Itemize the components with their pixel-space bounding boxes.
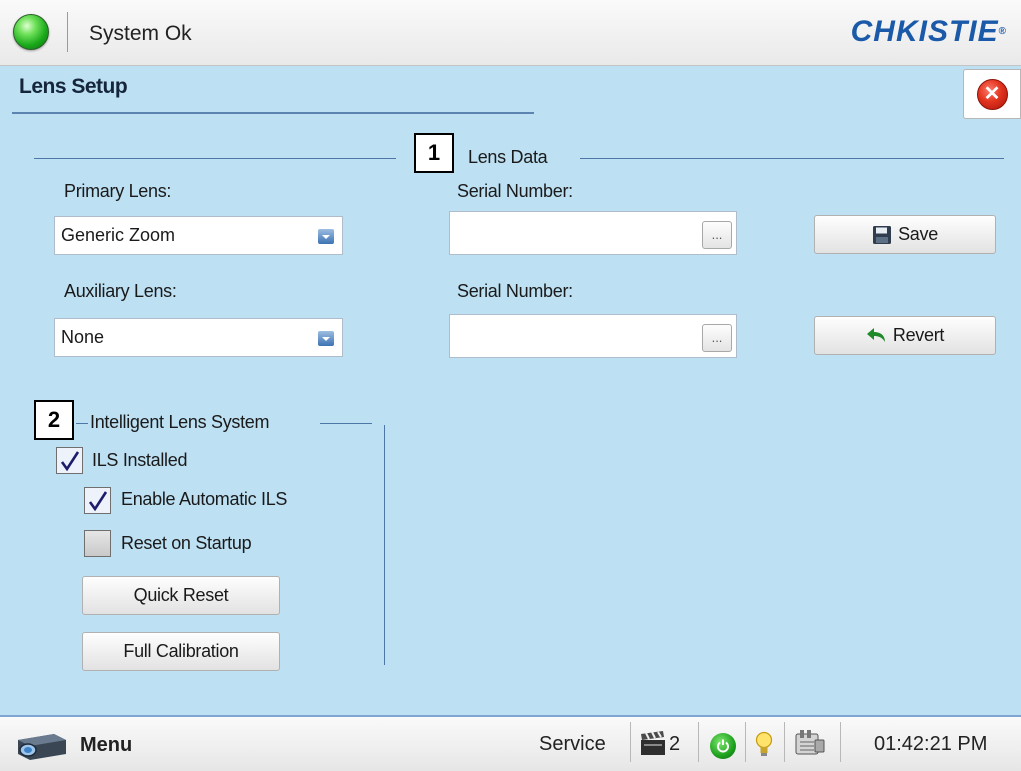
callout-marker-1: 1	[414, 133, 454, 173]
auxiliary-serial-browse-button[interactable]: ...	[702, 324, 732, 352]
reset-on-startup-checkbox[interactable]	[84, 530, 111, 557]
auxiliary-serial-label: Serial Number:	[457, 281, 573, 301]
reset-on-startup-label: Reset on Startup	[121, 533, 252, 553]
bottom-taskbar	[0, 715, 1021, 771]
divider	[784, 722, 785, 762]
revert-button[interactable]: Revert	[814, 316, 996, 355]
page-title: Lens Setup	[19, 75, 128, 98]
close-icon: ✕	[976, 78, 1008, 110]
system-status-text: System Ok	[89, 22, 192, 45]
status-indicator-icon[interactable]	[13, 14, 49, 50]
auxiliary-lens-label: Auxiliary Lens:	[64, 281, 177, 301]
primary-serial-label: Serial Number:	[457, 181, 573, 201]
enable-automatic-ils-label: Enable Automatic ILS	[121, 489, 288, 509]
projector-icon	[18, 734, 66, 760]
christie-logo: CHKISTIE®	[850, 15, 1007, 48]
clapperboard-icon[interactable]	[639, 731, 667, 762]
section-vertical-divider	[384, 425, 385, 665]
chevron-down-icon	[318, 331, 334, 346]
service-mode-label[interactable]: Service	[539, 733, 606, 756]
section-divider	[580, 158, 1004, 159]
network-icon[interactable]	[793, 728, 827, 765]
lamp-icon[interactable]	[755, 731, 773, 764]
checkmark-icon	[60, 450, 79, 471]
revert-label: Revert	[892, 325, 945, 345]
power-icon[interactable]	[710, 733, 736, 759]
undo-arrow-icon	[866, 327, 885, 342]
primary-lens-label: Primary Lens:	[64, 181, 172, 201]
channel-count: 2	[669, 733, 681, 755]
primary-serial-field[interactable]: ...	[449, 211, 737, 255]
lens-data-heading: Lens Data	[468, 147, 548, 167]
section-divider	[320, 423, 372, 424]
clock-time: 01:42:21 PM	[874, 733, 988, 755]
ils-installed-checkbox[interactable]	[56, 447, 83, 474]
divider	[67, 12, 68, 52]
ils-installed-label: ILS Installed	[92, 450, 188, 470]
primary-serial-browse-button[interactable]: ...	[702, 221, 732, 249]
auxiliary-serial-field[interactable]: ...	[449, 314, 737, 358]
ils-heading: Intelligent Lens System	[90, 412, 270, 432]
divider	[630, 722, 631, 762]
auxiliary-lens-value: None	[61, 327, 105, 347]
save-label: Save	[898, 224, 938, 244]
auxiliary-lens-select[interactable]: None	[54, 318, 343, 357]
checkmark-icon	[88, 490, 107, 511]
menu-button[interactable]	[14, 726, 74, 762]
divider	[840, 722, 841, 762]
chevron-down-icon	[318, 229, 334, 244]
divider	[698, 722, 699, 762]
divider	[745, 722, 746, 762]
save-button[interactable]: Save	[814, 215, 996, 254]
full-calibration-button[interactable]: Full Calibration	[82, 632, 280, 671]
close-button[interactable]: ✕	[963, 69, 1021, 119]
save-icon	[873, 225, 892, 244]
section-divider	[34, 158, 396, 159]
menu-label[interactable]: Menu	[80, 734, 132, 757]
callout-marker-2: 2	[34, 400, 74, 440]
title-underline	[12, 112, 534, 114]
quick-reset-button[interactable]: Quick Reset	[82, 576, 280, 615]
primary-lens-select[interactable]: Generic Zoom	[54, 216, 343, 255]
section-divider	[76, 423, 88, 424]
primary-lens-value: Generic Zoom	[61, 225, 176, 245]
enable-automatic-ils-checkbox[interactable]	[84, 487, 111, 514]
